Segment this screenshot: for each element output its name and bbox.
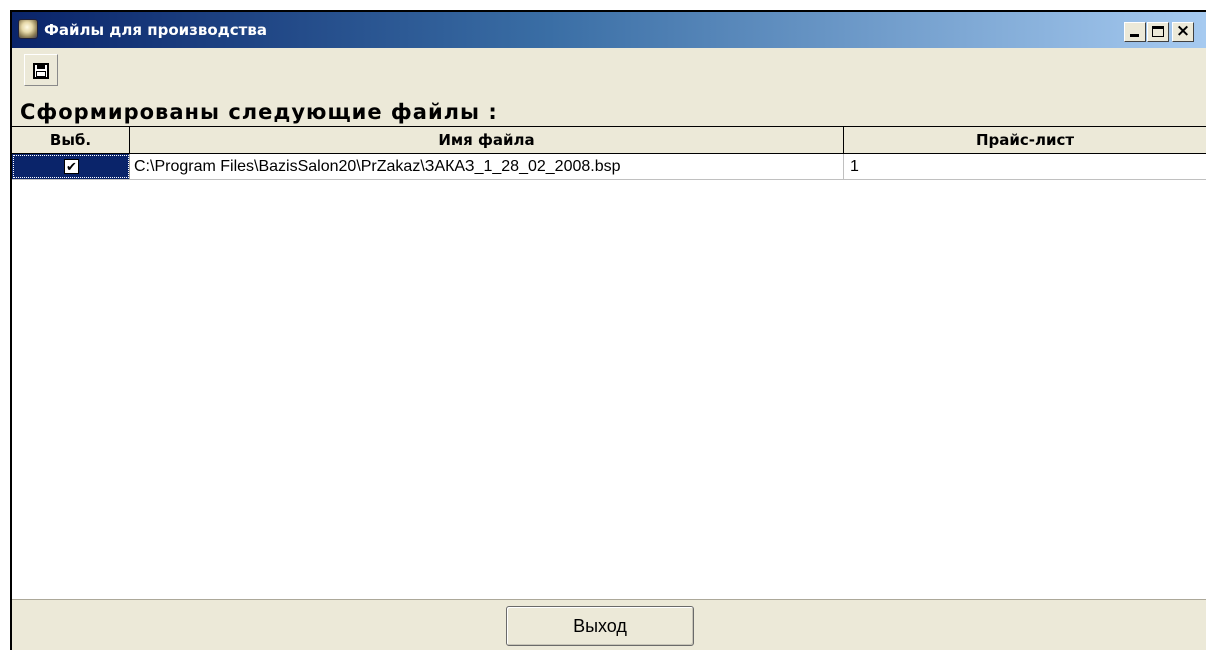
- title-bar[interactable]: Файлы для производства ×: [12, 12, 1206, 48]
- minimize-button[interactable]: [1124, 22, 1146, 42]
- files-grid[interactable]: Выб. Имя файла Прайс-лист ✔ C:\Program F…: [12, 126, 1206, 600]
- save-button[interactable]: [24, 54, 58, 86]
- close-icon: ×: [1175, 21, 1191, 41]
- app-icon: [18, 19, 38, 39]
- maximize-button[interactable]: [1147, 22, 1169, 42]
- price-list-cell[interactable]: 1: [844, 154, 1206, 179]
- main-window: Файлы для производства × Сформированы сл…: [10, 10, 1206, 650]
- column-header-file-name[interactable]: Имя файла: [130, 127, 844, 153]
- column-header-price-list[interactable]: Прайс-лист: [844, 127, 1206, 153]
- file-name-cell[interactable]: C:\Program Files\BazisSalon20\PrZakaz\ЗА…: [130, 154, 844, 179]
- grid-header: Выб. Имя файла Прайс-лист: [12, 126, 1206, 154]
- close-button[interactable]: ×: [1172, 21, 1194, 42]
- select-checkbox[interactable]: ✔: [64, 159, 79, 174]
- column-header-select[interactable]: Выб.: [12, 127, 130, 153]
- minimize-icon: [1130, 34, 1139, 37]
- maximize-icon: [1152, 26, 1164, 37]
- select-cell[interactable]: ✔: [12, 154, 130, 179]
- exit-button[interactable]: Выход: [506, 606, 694, 646]
- floppy-disk-icon: [33, 63, 49, 79]
- window-title: Файлы для производства: [44, 21, 267, 39]
- table-row[interactable]: ✔ C:\Program Files\BazisSalon20\PrZakaz\…: [12, 154, 1206, 180]
- section-label: Сформированы следующие файлы :: [20, 100, 498, 124]
- toolbar: [12, 49, 1206, 99]
